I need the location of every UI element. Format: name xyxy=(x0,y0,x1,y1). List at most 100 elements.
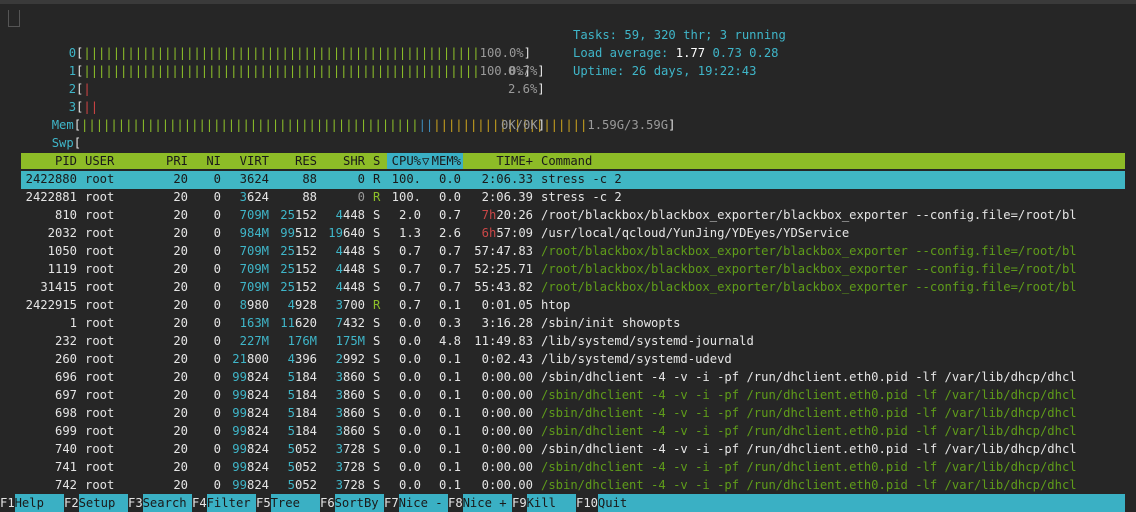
cell-command: /root/blackbox/blackbox_exporter/blackbo… xyxy=(541,280,1077,294)
fkey-f7[interactable]: F7 xyxy=(384,494,399,512)
cpu-meter-2-value-wrap: 0.7%] xyxy=(508,64,545,78)
cell-shr: 3860 xyxy=(335,370,365,384)
cell-mem: 0.1 xyxy=(438,442,461,456)
cell-res: 99512 xyxy=(280,226,317,240)
column-header-ni[interactable]: NI xyxy=(206,152,221,170)
cell-pid: 2422881 xyxy=(25,190,77,204)
cell-pid: 1119 xyxy=(47,262,77,276)
cell-mem: 0.1 xyxy=(438,424,461,438)
cell-state: R xyxy=(373,298,381,312)
cell-shr: 3860 xyxy=(335,388,365,402)
column-header-command[interactable]: Command xyxy=(541,152,592,170)
cell-virt: 227M xyxy=(239,334,269,348)
swap-meter: Swp[ xyxy=(51,136,82,150)
column-header-pri[interactable]: PRI xyxy=(166,152,188,170)
cell-pid: 740 xyxy=(54,442,77,456)
cell-virt: 709M xyxy=(239,244,269,258)
cell-virt: 99824 xyxy=(232,442,269,456)
cell-res: 25152 xyxy=(280,208,317,222)
cell-pid: 696 xyxy=(54,370,77,384)
cell-mem: 0.7 xyxy=(438,208,461,222)
cell-state: S xyxy=(373,226,381,240)
fkey-f10[interactable]: F10 xyxy=(576,494,599,512)
fkey-f3[interactable]: F3 xyxy=(128,494,143,512)
cell-pri: 20 xyxy=(173,334,188,348)
cell-cpu: 100. xyxy=(391,190,421,204)
cell-mem: 0.0 xyxy=(438,172,461,186)
fkey-f2[interactable]: F2 xyxy=(64,494,79,512)
cell-cpu: 0.7 xyxy=(398,298,421,312)
cell-state: S xyxy=(373,388,381,402)
cell-mem: 0.1 xyxy=(438,388,461,402)
cell-command: /sbin/init showopts xyxy=(541,316,681,330)
cell-virt: 99824 xyxy=(232,388,269,402)
cell-ni: 0 xyxy=(213,208,221,222)
cell-pid: 1050 xyxy=(47,244,77,258)
fkey-f9[interactable]: F9 xyxy=(512,494,527,512)
column-header-mem[interactable]: MEM% xyxy=(432,152,461,170)
column-header-time[interactable]: TIME+ xyxy=(496,152,533,170)
cell-user: root xyxy=(85,280,115,294)
cell-shr: 3860 xyxy=(335,406,365,420)
cell-pid: 1 xyxy=(69,316,77,330)
cell-shr: 4448 xyxy=(335,262,365,276)
cell-user: root xyxy=(85,442,115,456)
cell-ni: 0 xyxy=(213,406,221,420)
mem-meter-used-bars: ||||||||||||||||||||||||||||||||||||||||… xyxy=(81,118,419,132)
cell-command: htop xyxy=(541,298,571,312)
column-header-user[interactable]: USER xyxy=(85,152,114,170)
cell-ni: 0 xyxy=(213,226,221,240)
cell-virt: 3624 xyxy=(239,190,269,204)
fkey-f8[interactable]: F8 xyxy=(448,494,463,512)
column-header-res[interactable]: RES xyxy=(295,152,317,170)
cell-shr: 4448 xyxy=(335,280,365,294)
cell-command: /root/blackbox/blackbox_exporter/blackbo… xyxy=(541,244,1077,258)
fkey-label-filter[interactable]: Filter xyxy=(206,494,251,512)
fkey-f6[interactable]: F6 xyxy=(320,494,335,512)
fkey-label-search[interactable]: Search xyxy=(142,494,187,512)
cell-pid: 698 xyxy=(54,406,77,420)
cell-pid: 260 xyxy=(54,352,77,366)
column-header-cpu[interactable]: CPU% xyxy=(392,152,421,170)
column-header-virt[interactable]: VIRT xyxy=(240,152,269,170)
fkey-label-nice[interactable]: Nice - xyxy=(398,494,443,512)
fkey-label-setup[interactable]: Setup xyxy=(78,494,123,512)
cell-res: 25152 xyxy=(280,280,317,294)
cell-mem: 2.6 xyxy=(438,226,461,240)
cell-user: root xyxy=(85,478,115,492)
fkey-f4[interactable]: F4 xyxy=(192,494,207,512)
cell-res: 5052 xyxy=(287,478,317,492)
cell-mem: 0.1 xyxy=(438,352,461,366)
cell-mem: 0.0 xyxy=(438,190,461,204)
fkey-f5[interactable]: F5 xyxy=(256,494,271,512)
cell-ni: 0 xyxy=(213,244,221,258)
fkey-label-quit[interactable]: Quit xyxy=(597,494,628,512)
cell-pri: 20 xyxy=(173,370,188,384)
cell-virt: 163M xyxy=(239,316,269,330)
cell-state: S xyxy=(373,370,381,384)
cell-shr: 19640 xyxy=(328,226,365,240)
cell-res: 88 xyxy=(302,172,317,186)
cell-virt: 99824 xyxy=(232,424,269,438)
cell-command: /sbin/dhclient -4 -v -i -pf /run/dhclien… xyxy=(541,460,1077,474)
column-header-shr[interactable]: SHR xyxy=(343,152,365,170)
cell-user: root xyxy=(85,316,115,330)
cell-state: S xyxy=(373,478,381,492)
fkey-label-help[interactable]: Help xyxy=(14,494,59,512)
cell-pri: 20 xyxy=(173,208,188,222)
cell-virt: 99824 xyxy=(232,370,269,384)
cell-cpu: 0.0 xyxy=(398,352,421,366)
cell-cpu: 0.0 xyxy=(398,370,421,384)
tasks-summary: Tasks: 59, 320 thr; 3 running xyxy=(573,28,786,42)
fkey-label-nice[interactable]: Nice + xyxy=(462,494,507,512)
fkey-label-kill[interactable]: Kill xyxy=(526,494,571,512)
column-header-pid[interactable]: PID xyxy=(55,152,77,170)
fkey-label-tree[interactable]: Tree xyxy=(270,494,315,512)
cell-user: root xyxy=(85,424,115,438)
column-header-s[interactable]: S xyxy=(373,152,380,170)
cell-time: 11:49.83 xyxy=(474,334,533,348)
cell-virt: 99824 xyxy=(232,460,269,474)
fkey-label-sortby[interactable]: SortBy xyxy=(334,494,379,512)
swap-meter-label: Swp xyxy=(51,136,74,150)
fkey-f1[interactable]: F1 xyxy=(0,494,15,512)
